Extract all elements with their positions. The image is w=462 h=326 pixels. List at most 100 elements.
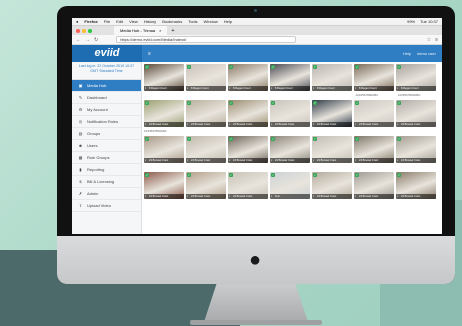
status-badge-icon: ✓ xyxy=(397,101,401,105)
close-tab-icon[interactable]: × xyxy=(159,26,161,35)
thumbnail-id-label xyxy=(271,165,309,170)
thumbnail-caption: 24 Brussel Crest xyxy=(312,122,352,127)
media-thumbnail[interactable]: ✓ 24 Brussel Crest ▪ xyxy=(228,136,268,163)
camera-icon: ▪ xyxy=(313,194,315,198)
menubar-app-name[interactable]: Firefox xyxy=(84,18,97,25)
media-thumbnail[interactable]: ✓ 24 Brussel Crest ▪ xyxy=(228,172,268,199)
media-thumbnail[interactable]: ✓ 24 Brussel Crest ▪ xyxy=(228,100,268,127)
tab-media-hub[interactable]: Media Hub - Trimaa × xyxy=(114,26,168,35)
media-thumbnail[interactable]: ✓ 24 Brussel Crest ▪ xyxy=(144,100,184,127)
media-thumbnail[interactable]: ✓ 8 Regent Court ▪ xyxy=(144,64,184,91)
media-thumbnail[interactable]: ✓ 24 Brussel Crest ▪ xyxy=(312,100,352,127)
sidebar-item-label: Notification Rules xyxy=(87,119,119,124)
eviid-logo[interactable]: eviid xyxy=(72,45,142,62)
groups-icon: ▤ xyxy=(78,131,83,136)
thumbnail-caption: 24 Brussel Crest xyxy=(186,194,226,199)
menubar-item-file[interactable]: File xyxy=(104,18,110,25)
thumbnail-caption: 8 Regent Court xyxy=(228,86,268,91)
camera-icon: ▪ xyxy=(187,86,189,90)
media-thumbnail[interactable]: ✓ 8 Regent Court ▪ xyxy=(270,64,310,91)
media-thumbnail[interactable]: ✓ 24 Brussel Crest ▪ xyxy=(396,136,436,163)
status-badge-icon: ✓ xyxy=(145,137,149,141)
new-tab-button[interactable]: + xyxy=(171,28,174,34)
url-field[interactable]: https://demo.eviid.com/Media/Index#/ xyxy=(116,36,297,43)
media-thumbnail[interactable]: ✓ 24 Brussel Crest ▪ xyxy=(270,136,310,163)
apple-menu-icon[interactable]: ● xyxy=(76,18,78,25)
sidebar-item-notification-rules[interactable]: ◎ Notification Rules xyxy=(72,116,141,128)
sidebar-item-reporting[interactable]: ▮ Reporting xyxy=(72,164,141,176)
media-thumbnail[interactable]: ✓ 24 Brussel Crest ▪ xyxy=(354,100,394,127)
media-thumbnail[interactable]: ✓ 24 Brussel Crest ▪ xyxy=(312,136,352,163)
sidebar-item-users[interactable]: ☻ Users xyxy=(72,140,141,152)
status-badge-icon: ✓ xyxy=(313,65,317,69)
last-login-info: Last log in: 22 October 2019 10:37 GMT S… xyxy=(72,62,141,80)
sidebar-item-label: Reporting xyxy=(87,167,105,172)
menubar-item-view[interactable]: View xyxy=(129,18,138,25)
media-thumbnail[interactable]: ✓ 24 Brussel Crest ▪ xyxy=(186,136,226,163)
media-thumbnail[interactable]: ✓ 8 Regent Court ▪ xyxy=(354,64,394,91)
thumbnail-caption: 8 Regent Court xyxy=(354,86,394,91)
back-button[interactable]: ← xyxy=(76,37,81,43)
users-icon: ☻ xyxy=(78,143,83,148)
sidebar-item-role-groups[interactable]: ▦ Role Groups xyxy=(72,152,141,164)
minimize-window-button[interactable] xyxy=(82,28,86,33)
status-badge-icon: ✓ xyxy=(271,173,275,177)
thumbnail-id-label xyxy=(271,129,309,134)
thumbnail-id-label xyxy=(229,201,267,206)
reload-button[interactable]: ↻ xyxy=(94,37,98,43)
close-window-button[interactable] xyxy=(76,28,80,33)
media-thumbnail[interactable]: ✓ 8 Regent Court ▪ xyxy=(228,64,268,91)
sidebar-item-my-account[interactable]: ⚙ My Account xyxy=(72,104,141,116)
camera-icon: ▪ xyxy=(271,122,273,126)
sidebar-item-label: Admin xyxy=(87,191,99,196)
media-thumbnail[interactable]: ✓ 24 Brussel Crest ▪ xyxy=(270,100,310,127)
media-thumbnail[interactable]: ✓ 24 Brussel Crest ▪ xyxy=(312,172,352,199)
browser-menu-icon[interactable]: ≡ xyxy=(435,37,438,43)
menubar-item-edit[interactable]: Edit xyxy=(116,18,123,25)
sidebar-item-admin[interactable]: ✗ Admin xyxy=(72,188,141,200)
media-thumbnail[interactable]: ✓ 24 Brussel Crest ▪ xyxy=(354,172,394,199)
media-thumbnail[interactable]: ✓ 8 Regent Court ▪ xyxy=(186,64,226,91)
media-thumbnail[interactable]: ✓ 24 Brussel Crest ▪ xyxy=(396,100,436,127)
media-thumbnail[interactable]: ✓ Test ▪ xyxy=(270,172,310,199)
battery-status[interactable]: 99% xyxy=(407,18,415,25)
sidebar-item-upload-video[interactable]: ⇧ Upload Video xyxy=(72,200,141,212)
menubar-item-tools[interactable]: Tools xyxy=(188,18,197,25)
media-thumbnail[interactable]: ✓ 8 Regent Court ▪ xyxy=(396,64,436,91)
menubar-item-help[interactable]: Help xyxy=(224,18,232,25)
gear-icon: ⚙ xyxy=(78,107,83,112)
sidebar-item-label: Media Hub xyxy=(87,83,107,88)
status-badge-icon: ✓ xyxy=(313,137,317,141)
sidebar-item-dashboard[interactable]: ✎ Dashboard xyxy=(72,92,141,104)
media-thumbnail[interactable]: ✓ 24 Brussel Crest ▪ xyxy=(186,100,226,127)
status-badge-icon: ✓ xyxy=(229,173,233,177)
thumbnail-id-label xyxy=(229,129,267,134)
sidebar-item-bill-licensing[interactable]: $ Bill & Licensing xyxy=(72,176,141,188)
zoom-window-button[interactable] xyxy=(88,28,92,33)
sidebar-item-media-hub[interactable]: ▣ Media Hub xyxy=(72,80,141,92)
media-thumbnail[interactable]: ✓ 8 Regent Court ▪ xyxy=(312,64,352,91)
thumbnail-id-label xyxy=(398,165,436,170)
media-thumbnail[interactable]: ✓ 24 Brussel Crest ▪ xyxy=(186,172,226,199)
menubar-item-history[interactable]: History xyxy=(144,18,156,25)
forward-button[interactable]: → xyxy=(85,37,90,43)
status-badge-icon: ✓ xyxy=(271,101,275,105)
help-link[interactable]: Help xyxy=(403,51,411,56)
media-thumbnail[interactable]: ✓ 24 Brussel Crest ▪ xyxy=(144,136,184,163)
camera-icon: ▪ xyxy=(187,194,189,198)
sidebar-item-groups[interactable]: ▤ Groups xyxy=(72,128,141,140)
camera-icon: ▪ xyxy=(229,122,231,126)
menubar-item-window[interactable]: Window xyxy=(204,18,218,25)
status-badge-icon: ✓ xyxy=(229,101,233,105)
thumbnail-id-label xyxy=(355,129,393,134)
thumbnail-caption: Test xyxy=(270,194,310,199)
sidebar-toggle-icon[interactable]: ≡ xyxy=(148,51,151,57)
user-menu[interactable]: demo user xyxy=(417,51,436,56)
mac-menubar: ● Firefox File Edit View History Bookmarks To… xyxy=(72,18,442,26)
media-thumbnail[interactable]: ✓ 24 Brussel Crest ▪ xyxy=(396,172,436,199)
media-thumbnail[interactable]: ✓ 24 Brussel Crest ▪ xyxy=(144,172,184,199)
media-thumbnail[interactable]: ✓ 24 Brussel Crest ▪ xyxy=(354,136,394,163)
menubar-item-bookmarks[interactable]: Bookmarks xyxy=(162,18,182,25)
bookmark-star-icon[interactable]: ☆ xyxy=(427,37,431,43)
menubar-clock[interactable]: Tue 10:37 xyxy=(420,18,438,25)
